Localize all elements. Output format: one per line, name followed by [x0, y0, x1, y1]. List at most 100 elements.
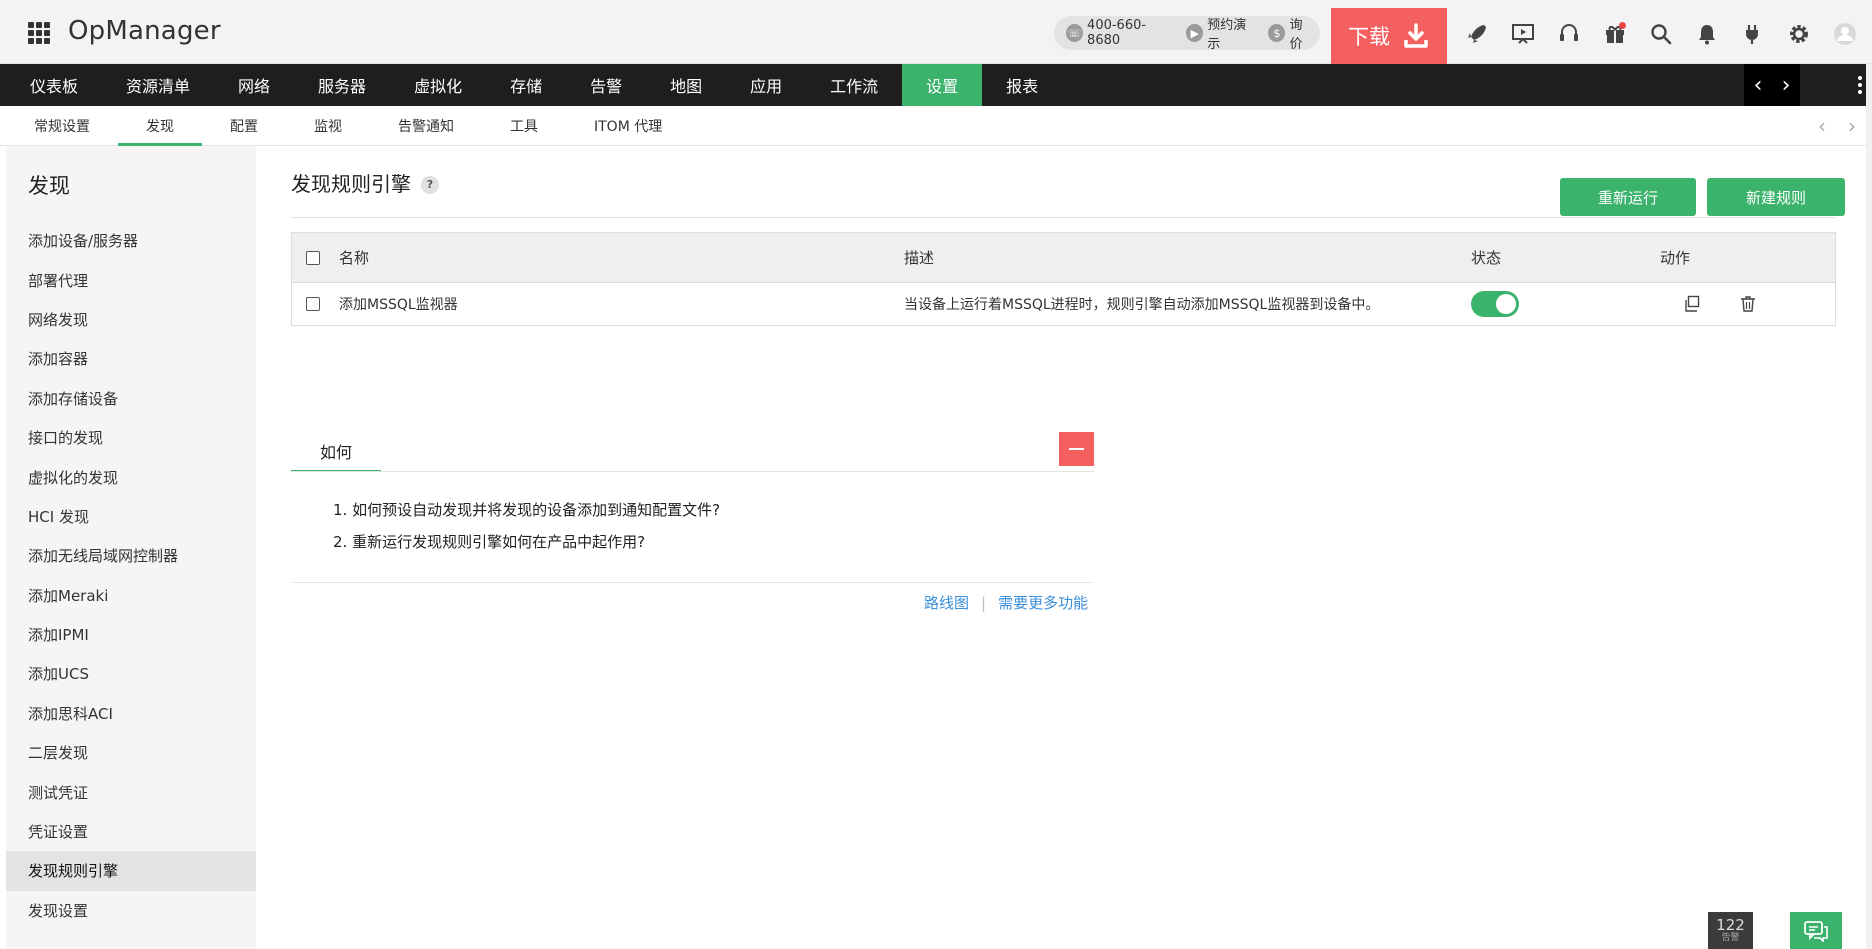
sub-nav-item[interactable]: 发现	[118, 106, 202, 146]
status-toggle[interactable]	[1471, 291, 1519, 317]
demo-item[interactable]: ▶ 预约演示	[1186, 14, 1256, 52]
sidebar-item[interactable]: HCI 发现	[6, 497, 256, 536]
rule-name[interactable]: 添加MSSQL监视器	[339, 283, 458, 325]
gift-icon[interactable]	[1592, 14, 1638, 54]
sidebar-list: 添加设备/服务器 部署代理 网络发现 添加容器 添加存储设备 接口的发现 虚拟化的发现 HCI…	[6, 221, 256, 930]
sub-nav-item[interactable]: 监视	[286, 106, 370, 146]
main-nav-arrows: ‹ ›	[1744, 64, 1800, 106]
sidebar-item[interactable]: 添加设备/服务器	[6, 221, 256, 260]
minus-icon	[1069, 448, 1084, 450]
header-status[interactable]: 状态	[1471, 233, 1501, 282]
new-rule-button[interactable]: 新建规则	[1707, 178, 1845, 216]
roadmap-link[interactable]: 路线图	[924, 592, 969, 613]
download-button[interactable]: 下载	[1331, 8, 1447, 64]
notification-dot	[1619, 22, 1626, 29]
gear-icon[interactable]	[1776, 14, 1822, 54]
main-nav-item[interactable]: 告警	[566, 64, 646, 106]
rule-description: 当设备上运行着MSSQL进程时，规则引擎自动添加MSSQL监视器到设备中。	[904, 297, 1380, 313]
quote-label: 询价	[1289, 18, 1303, 52]
howto-item[interactable]: 2. 重新运行发现规则引擎如何在产品中起作用?	[333, 526, 720, 558]
header-action: 动作	[1660, 249, 1691, 267]
sidebar-item[interactable]: 部署代理	[6, 260, 256, 299]
header-description[interactable]: 描述	[904, 233, 934, 282]
sidebar-item[interactable]: 测试凭证	[6, 772, 256, 811]
nav-prev-icon[interactable]: ‹	[1754, 73, 1763, 98]
chat-icon	[1804, 920, 1828, 942]
sidebar: 发现 添加设备/服务器 部署代理 网络发现 添加容器 添加存储设备 接口的发现 虚拟化的发现…	[6, 146, 256, 949]
bell-icon[interactable]	[1684, 14, 1730, 54]
sub-nav-item[interactable]: ITOM 代理	[566, 106, 690, 146]
presentation-icon[interactable]	[1500, 14, 1546, 54]
nav-next-icon[interactable]: ›	[1782, 73, 1791, 98]
table-header: 名称 描述 状态 动作	[292, 233, 1835, 283]
plug-icon[interactable]	[1730, 14, 1776, 54]
sidebar-item[interactable]: 添加思科ACI	[6, 694, 256, 733]
howto-divider	[291, 471, 1094, 472]
main-nav-item[interactable]: 服务器	[294, 64, 390, 106]
help-icon[interactable]: ?	[421, 175, 439, 194]
search-icon[interactable]	[1638, 14, 1684, 54]
link-separator: |	[981, 593, 987, 612]
header-name[interactable]: 名称	[339, 233, 369, 282]
rerun-button[interactable]: 重新运行	[1560, 178, 1696, 216]
howto-tab[interactable]: 如何	[291, 432, 381, 472]
main-nav-item[interactable]: 资源清单	[102, 64, 214, 106]
sidebar-item[interactable]: 添加Meraki	[6, 576, 256, 615]
sidebar-item[interactable]: 添加无线局域网控制器	[6, 536, 256, 575]
phone-item[interactable]: ☏ 400-660-8680	[1066, 18, 1174, 48]
main-nav-item[interactable]: 网络	[214, 64, 294, 106]
alarm-widget[interactable]: 122 告警	[1708, 912, 1753, 949]
sub-nav-item[interactable]: 工具	[482, 106, 566, 146]
main-nav-item[interactable]: 虚拟化	[390, 64, 486, 106]
main-nav-item[interactable]: 设置	[902, 64, 983, 106]
headset-icon[interactable]	[1546, 14, 1592, 54]
sub-nav-item[interactable]: 告警通知	[370, 106, 482, 146]
sidebar-item[interactable]: 添加UCS	[6, 654, 256, 693]
table-row: 添加MSSQL监视器 当设备上运行着MSSQL进程时，规则引擎自动添加MSSQL…	[292, 283, 1835, 325]
title-divider	[291, 217, 1836, 218]
quote-item[interactable]: $ 询价	[1268, 14, 1314, 52]
rules-table: 名称 描述 状态 动作 添加MSSQL监视器 当设备上运行着MSSQL进程时，规…	[291, 232, 1836, 326]
sidebar-item[interactable]: 添加存储设备	[6, 379, 256, 418]
sidebar-item[interactable]: 虚拟化的发现	[6, 457, 256, 496]
sidebar-item[interactable]: 二层发现	[6, 733, 256, 772]
howto-list: 1. 如何预设自动发现并将发现的设备添加到通知配置文件? 2. 重新运行发现规则…	[333, 494, 720, 558]
phone-number: 400-660-8680	[1087, 18, 1147, 48]
select-all-checkbox[interactable]	[306, 250, 320, 265]
howto-item[interactable]: 1. 如何预设自动发现并将发现的设备添加到通知配置文件?	[333, 494, 720, 526]
sidebar-item[interactable]: 凭证设置	[6, 812, 256, 851]
main-nav-item[interactable]: 存储	[486, 64, 566, 106]
sub-nav-item[interactable]: 常规设置	[6, 106, 118, 146]
main-nav-item[interactable]: 报表	[982, 64, 1062, 106]
collapse-button[interactable]	[1059, 432, 1094, 466]
sidebar-item[interactable]: 发现设置	[6, 891, 256, 930]
main-nav-items: 仪表板 资源清单 网络 服务器 虚拟化 存储 告警 地图 应用 工作流 设置 报表	[6, 64, 1062, 106]
copy-icon[interactable]	[1682, 283, 1702, 325]
download-label: 下载	[1348, 25, 1390, 49]
main-nav: 仪表板 资源清单 网络 服务器 虚拟化 存储 告警 地图 应用 工作流 设置 报表 ‹ ›	[0, 64, 1872, 106]
main-nav-item[interactable]: 应用	[726, 64, 806, 106]
subnav-prev-icon[interactable]: ‹	[1818, 114, 1826, 138]
sidebar-item[interactable]: 发现规则引擎	[6, 851, 256, 891]
sidebar-item[interactable]: 添加IPMI	[6, 615, 256, 654]
main-nav-item[interactable]: 工作流	[806, 64, 902, 106]
download-icon	[1404, 23, 1428, 48]
sidebar-item[interactable]: 添加容器	[6, 339, 256, 378]
rocket-icon[interactable]	[1454, 14, 1500, 54]
main-nav-item[interactable]: 地图	[646, 64, 726, 106]
row-checkbox[interactable]	[306, 297, 320, 311]
user-avatar-icon[interactable]	[1822, 14, 1868, 54]
page-title-text: 发现规则引擎	[291, 172, 411, 196]
chat-widget[interactable]	[1790, 912, 1842, 949]
sidebar-item[interactable]: 接口的发现	[6, 418, 256, 457]
sidebar-item[interactable]: 网络发现	[6, 300, 256, 339]
dollar-icon: $	[1268, 24, 1286, 42]
more-features-link[interactable]: 需要更多功能	[998, 592, 1088, 613]
subnav-next-icon[interactable]: ›	[1848, 114, 1856, 138]
sub-nav: 常规设置 发现 配置 监视 告警通知 工具 ITOM 代理 ‹ ›	[0, 106, 1872, 146]
alarm-count: 122	[1716, 916, 1745, 934]
sub-nav-item[interactable]: 配置	[202, 106, 286, 146]
main-nav-item[interactable]: 仪表板	[6, 64, 102, 106]
app-grid-icon[interactable]	[28, 22, 50, 44]
trash-icon[interactable]	[1738, 283, 1758, 325]
